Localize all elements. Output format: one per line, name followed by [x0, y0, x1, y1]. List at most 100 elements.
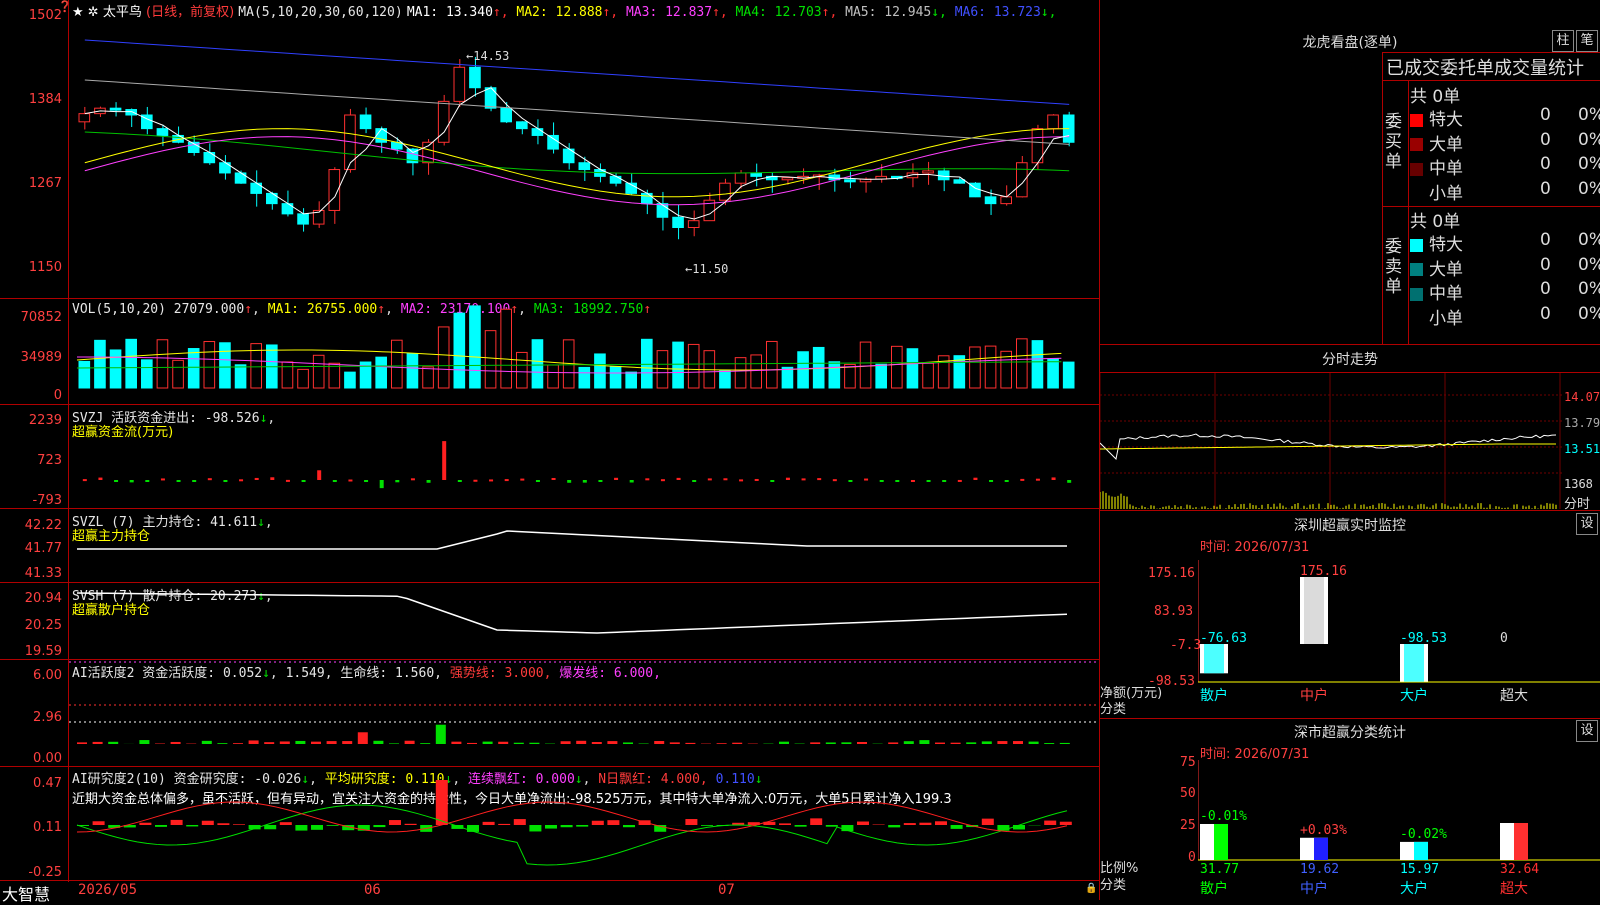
svzj-bar: [520, 479, 524, 481]
volume-bar: [532, 340, 543, 388]
star-icon[interactable]: ★: [72, 5, 84, 20]
ai-active-bar: [1029, 742, 1039, 744]
price-chart[interactable]: [69, 20, 1099, 298]
avg-research-line: [77, 802, 1067, 832]
ai-research-bar: [888, 825, 900, 827]
ai-research-bar: [217, 823, 229, 825]
intraday-chart[interactable]: [1100, 373, 1562, 509]
ma-arrow: ↑,: [602, 5, 618, 20]
svsh-chart[interactable]: [69, 583, 1099, 659]
intraday-tick: 14.07: [1564, 390, 1600, 404]
sz-stats-bar-color: [1314, 838, 1328, 860]
svzj-bar: [317, 470, 321, 480]
price-tick: 1150: [0, 260, 62, 275]
ai-active-bar: [779, 742, 789, 744]
volume-bar: [579, 367, 590, 388]
sz-stats-tick: 75: [1180, 755, 1196, 770]
ai-active-bar: [498, 742, 508, 744]
lock-icon[interactable]: 🔒: [1085, 883, 1097, 894]
ai-research-bar: [529, 825, 541, 831]
price-high-annotation: ←14.53: [466, 49, 509, 63]
volume-bar: [454, 313, 465, 388]
svzj-bar: [708, 478, 712, 480]
ai-research-bar: [171, 820, 183, 825]
volume-bar: [845, 364, 856, 388]
ai-research-bar: [701, 825, 713, 826]
row-name: 小单: [1429, 309, 1463, 329]
ma-value-3: MA3: 12.837: [618, 5, 712, 20]
ai-active-bar: [670, 742, 680, 744]
stroke-mode-button[interactable]: 笔: [1576, 30, 1598, 52]
volume-bar: [735, 358, 746, 388]
svzj-bar: [802, 478, 806, 480]
row-name: 特大: [1429, 235, 1463, 255]
svzj-bar: [661, 479, 665, 481]
ai-research-tick: 0.47: [0, 776, 62, 791]
sz-monitor-value: -98.53: [1400, 631, 1447, 646]
svzj-bar: [161, 478, 165, 480]
settings-icon[interactable]: ✲: [88, 5, 99, 20]
bar-mode-button[interactable]: 柱: [1552, 30, 1574, 52]
ai-active-bar: [826, 742, 836, 744]
ai-active-bar: [654, 741, 664, 744]
volume-bar: [313, 355, 324, 388]
date-tick: 07: [718, 882, 735, 898]
sz-stats-cat-label: 分类: [1100, 874, 1126, 893]
ai-active-bar: [436, 725, 446, 744]
row-qty: 0: [1540, 154, 1551, 174]
svzj-chart[interactable]: [69, 405, 1099, 508]
volume-chart[interactable]: [69, 300, 1099, 404]
svzj-bar: [723, 478, 727, 480]
sz-stats-settings-button[interactable]: 设: [1576, 720, 1598, 742]
ma-value-6: MA6: 13.723: [947, 5, 1041, 20]
ai-active-bar: [607, 741, 617, 744]
volume-bar: [79, 361, 90, 388]
svzj-bar: [614, 478, 618, 480]
volume-bar: [142, 360, 153, 388]
ai-research-bar: [280, 822, 292, 825]
sz-stats-delta: -0.01%: [1200, 809, 1247, 824]
volume-bar: [970, 347, 981, 388]
volume-bar: [126, 339, 137, 388]
volume-bar: [782, 367, 793, 388]
row-pct: 0%: [1578, 154, 1600, 174]
svsh-tick: 19.59: [0, 644, 62, 659]
svzj-tick: -793: [0, 493, 62, 508]
svzj-bar: [598, 480, 602, 482]
candle-body: [720, 183, 731, 200]
sz-monitor-settings-button[interactable]: 设: [1576, 513, 1598, 535]
svzj-bar: [677, 478, 681, 480]
sz-stats-category: 散户: [1200, 880, 1228, 897]
sell-row: 大单: [1410, 255, 1463, 280]
ai-research-chart[interactable]: [69, 767, 1099, 880]
sz-stats-tick: 0: [1188, 850, 1196, 865]
ai-research-bar: [514, 819, 526, 825]
ai-active-chart[interactable]: [69, 660, 1099, 766]
ai-research-bar: [935, 821, 947, 825]
sz-monitor-tick: 175.16: [1148, 566, 1195, 581]
svzj-bar: [286, 480, 290, 482]
svzj-bar: [177, 480, 181, 482]
ai-research-bar: [623, 825, 635, 827]
svzl-chart[interactable]: [69, 509, 1099, 582]
ma-values: MA1: 13.340↑, MA2: 12.888↑, MA3: 12.837↑…: [407, 5, 1057, 20]
candle-body: [923, 171, 934, 173]
svzj-bar: [83, 479, 87, 481]
ai-research-bar: [155, 825, 167, 827]
intraday-tick: 13.51: [1564, 442, 1600, 456]
sz-monitor-tick: 83.93: [1154, 604, 1193, 619]
ai-active-bar: [966, 742, 976, 744]
ma-value-2: MA2: 12.888: [509, 5, 603, 20]
intraday-tick: 13.79: [1564, 416, 1600, 430]
ai-active-bar: [295, 741, 305, 744]
sz-stats-chart[interactable]: -0.01%31.77散户+0.03%19.62中户-0.02%15.97大户3…: [1198, 760, 1600, 900]
sell-row: 中单: [1410, 279, 1463, 304]
sz-monitor-cat-label: 分类: [1100, 698, 1126, 717]
sz-monitor-chart[interactable]: -76.63散户175.16中户-98.53大户0超大: [1198, 560, 1600, 720]
svzj-bar: [1020, 479, 1024, 481]
ma5-line: [85, 80, 1069, 144]
sz-stats-value: 15.97: [1400, 862, 1439, 877]
svzj-bar: [145, 480, 149, 482]
candle-body: [157, 129, 168, 136]
volume-bar: [173, 360, 184, 388]
